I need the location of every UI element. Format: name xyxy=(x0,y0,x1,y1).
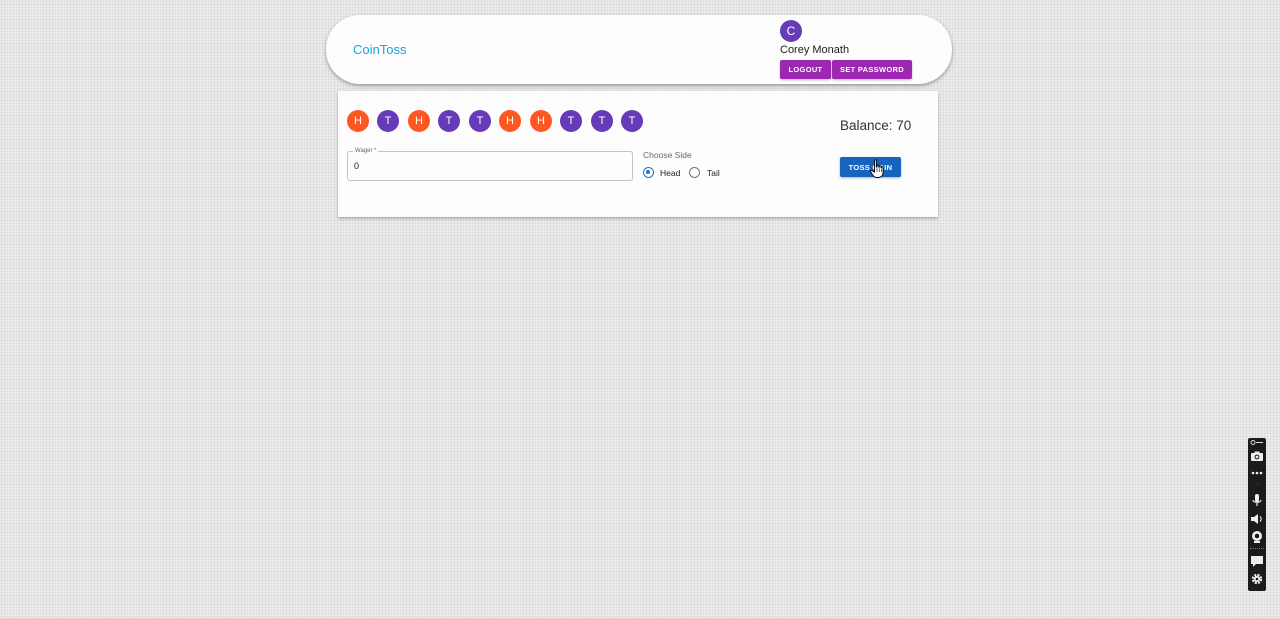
choose-side-label: Choose Side xyxy=(643,150,692,160)
radio-head[interactable] xyxy=(643,167,654,178)
wager-input[interactable] xyxy=(354,160,624,172)
history-coin: T xyxy=(438,110,460,132)
gear-icon[interactable] xyxy=(1250,572,1264,586)
game-card: H T H T T H H T T T Balance: 70 Wager * … xyxy=(338,91,938,217)
history-coin: T xyxy=(591,110,613,132)
history-coin: T xyxy=(377,110,399,132)
more-icon[interactable] xyxy=(1250,469,1264,477)
set-password-button[interactable]: SET PASSWORD xyxy=(832,60,912,79)
hand-cursor-icon xyxy=(870,159,884,178)
wager-field[interactable]: Wager * xyxy=(347,147,633,181)
toolbar-tiny-label: · · · xyxy=(1254,483,1260,487)
history-coin: H xyxy=(347,110,369,132)
history-coin: H xyxy=(408,110,430,132)
history-coin: H xyxy=(530,110,552,132)
wager-label: Wager * xyxy=(353,147,379,155)
history-coin: T xyxy=(621,110,643,132)
toolbar-divider xyxy=(1250,548,1264,549)
user-name: Corey Monath xyxy=(780,44,850,56)
logout-button[interactable]: LOGOUT xyxy=(780,60,831,79)
radio-tail[interactable] xyxy=(689,167,700,178)
radio-head-label[interactable]: Head xyxy=(660,168,680,178)
avatar: C xyxy=(780,20,802,42)
radio-tail-label[interactable]: Tail xyxy=(707,168,720,178)
microphone-icon[interactable] xyxy=(1250,493,1264,507)
speaker-icon[interactable] xyxy=(1250,512,1264,526)
camera-icon[interactable] xyxy=(1250,449,1264,463)
history-coin: H xyxy=(499,110,521,132)
chat-icon[interactable] xyxy=(1250,554,1264,568)
webcam-icon[interactable] xyxy=(1250,530,1264,544)
history-coin: T xyxy=(469,110,491,132)
app-header: CoinToss C Corey Monath LOGOUT SET PASSW… xyxy=(326,15,952,84)
pin-icon[interactable] xyxy=(1250,439,1264,446)
brand-link[interactable]: CoinToss xyxy=(353,42,406,57)
balance-display: Balance: 70 xyxy=(840,118,912,133)
history-coin: T xyxy=(560,110,582,132)
recorder-toolbar: · · · xyxy=(1248,438,1266,591)
